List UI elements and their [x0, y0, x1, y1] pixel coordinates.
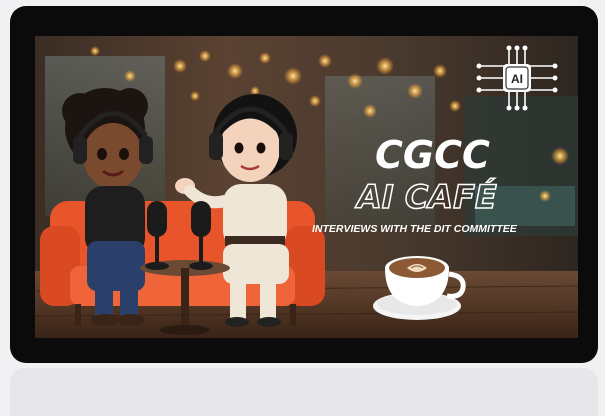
poster-title-line2: AI CAFÉ: [354, 178, 497, 216]
poster-title-line1: CGCC: [375, 133, 490, 177]
poster-subtitle: INTERVIEWS WITH THE DIT COMMITTEE: [312, 223, 518, 235]
podcast-cover-image: AI CGCC AI CAFÉ INTERVIEWS WITH THE DIT …: [35, 36, 578, 338]
ai-badge-label: AI: [511, 72, 523, 86]
caption-bar: [10, 368, 598, 416]
page: AI CGCC AI CAFÉ INTERVIEWS WITH THE DIT …: [0, 0, 605, 416]
